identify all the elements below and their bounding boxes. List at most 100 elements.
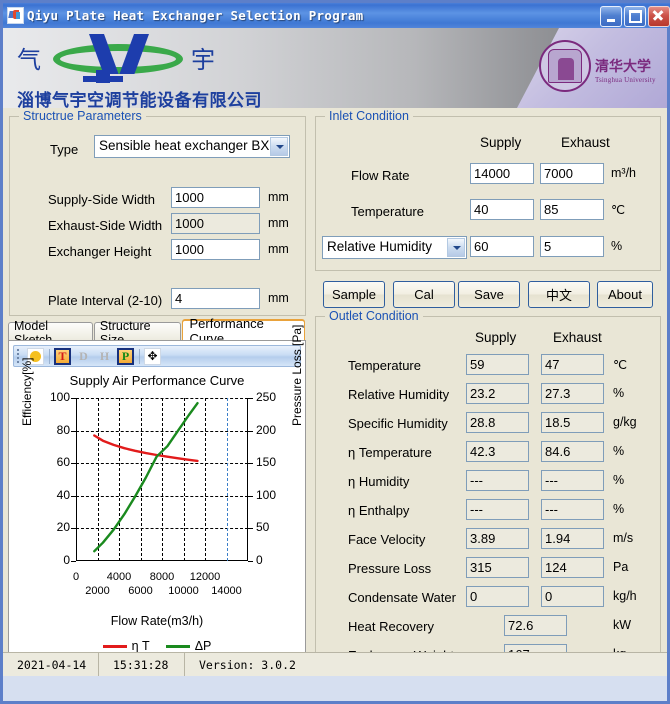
outlet-heat-recovery-value[interactable]: 72.6 [504, 615, 567, 636]
y-tick-right [248, 431, 253, 432]
outlet-relative-humidity-exhaust-value[interactable]: 27.3 [541, 383, 604, 404]
exhaust-side-width-input[interactable]: 1000 [171, 213, 260, 234]
tab-model-sketch[interactable]: Model Sketch [8, 322, 93, 341]
y-tick-label-right: 150 [256, 455, 286, 469]
window-controls [600, 6, 670, 27]
university-seal-icon [539, 40, 591, 92]
outlet-face-velocity-exhaust-value[interactable]: 1.94 [541, 528, 604, 549]
legend-swatch [166, 645, 190, 648]
outlet-eta-enthalpy-supply-value[interactable]: --- [466, 499, 529, 520]
y-tick-label-left: 60 [40, 455, 70, 469]
outlet-temperature-exhaust-value[interactable]: 47 [541, 354, 604, 375]
move-cursor-icon[interactable]: ✥ [144, 348, 161, 365]
close-button[interactable] [648, 6, 670, 27]
type-select[interactable]: Sensible heat exchanger BXB [94, 135, 290, 158]
inlet-humidity-unit: % [611, 239, 622, 253]
flow-rate-marker-line [227, 398, 228, 561]
toggle-temperature-button[interactable]: T [54, 348, 71, 365]
outlet-condition-title: Outlet Condition [325, 309, 423, 323]
application-window: Qiyu Plate Heat Exchanger Selection Prog… [0, 0, 670, 704]
x-tick-label: 4000 [99, 571, 139, 583]
outlet-relative-humidity-supply-value[interactable]: 23.2 [466, 383, 529, 404]
outlet-eta-humidity-exhaust-value[interactable]: --- [541, 470, 604, 491]
inlet-flow-rate-supply-input[interactable]: 14000 [470, 163, 534, 184]
x-tick-label: 14000 [207, 585, 247, 597]
x-tick-label: 0 [56, 571, 96, 583]
x-tick-label: 2000 [78, 585, 118, 597]
inlet-temperature-supply-input[interactable]: 40 [470, 199, 534, 220]
toggle-d-button[interactable]: D [75, 348, 92, 365]
tab-structure-size[interactable]: Structure Size [94, 322, 182, 341]
outlet-eta-humidity-supply-value[interactable]: --- [466, 470, 529, 491]
inlet-flow-rate-exhaust-input[interactable]: 7000 [540, 163, 604, 184]
outlet-condensate-water-label: Condensate Water [348, 590, 456, 605]
legend-label: ΔP [195, 639, 212, 653]
logo-v-base-icon [83, 76, 123, 82]
chinese-button[interactable]: 中文 [528, 281, 590, 308]
x-tick-label: 8000 [142, 571, 182, 583]
plate-interval-input[interactable]: 4 [171, 288, 260, 309]
tab-performance-curve[interactable]: Performance Curve [182, 320, 305, 341]
outlet-pressure-loss-supply-value[interactable]: 315 [466, 557, 529, 578]
inlet-temperature-label: Temperature [351, 204, 424, 219]
about-button[interactable]: About [597, 281, 653, 308]
inlet-temperature-unit: ℃ [611, 202, 625, 217]
tab-page-performance-curve: T D H P ✥ Supply Air Performance Curve E… [8, 340, 306, 671]
y-tick-right [248, 528, 253, 529]
outlet-condensate-water-supply-value[interactable]: 0 [466, 586, 529, 607]
inlet-temperature-exhaust-input[interactable]: 85 [540, 199, 604, 220]
chart-series-line [94, 436, 197, 461]
inlet-condition-title: Inlet Condition [325, 109, 413, 123]
save-button[interactable]: Save [458, 281, 520, 308]
supply-side-width-input[interactable]: 1000 [171, 187, 260, 208]
outlet-eta-humidity-unit: % [613, 473, 624, 487]
y-tick-label-left: 0 [40, 553, 70, 567]
y-tick-label-right: 50 [256, 520, 286, 534]
tab-strip: Model Sketch Structure Size Performance … [8, 320, 306, 341]
cal-button[interactable]: Cal [393, 281, 455, 308]
outlet-condensate-water-exhaust-value[interactable]: 0 [541, 586, 604, 607]
inlet-supply-header: Supply [480, 135, 521, 150]
minimize-button[interactable] [600, 6, 622, 27]
exchanger-height-input[interactable]: 1000 [171, 239, 260, 260]
outlet-eta-temperature-label: η Temperature [348, 445, 432, 460]
inlet-humidity-exhaust-input[interactable]: 5 [540, 236, 604, 257]
outlet-eta-enthalpy-exhaust-value[interactable]: --- [541, 499, 604, 520]
outlet-temperature-unit: ℃ [613, 357, 627, 372]
supply-side-width-label: Supply-Side Width [48, 192, 155, 207]
outlet-heat-recovery-label: Heat Recovery [348, 619, 434, 634]
humidity-type-select[interactable]: Relative Humidity [322, 236, 467, 259]
outlet-eta-humidity-label: η Humidity [348, 474, 409, 489]
y-tick-label-left: 100 [40, 390, 70, 404]
toolbar-separator [49, 349, 50, 364]
inlet-humidity-supply-input[interactable]: 60 [470, 236, 534, 257]
outlet-eta-enthalpy-unit: % [613, 502, 624, 516]
plate-interval-label: Plate Interval (2-10) [48, 293, 162, 308]
outlet-pressure-loss-exhaust-value[interactable]: 124 [541, 557, 604, 578]
outlet-eta-temperature-supply-value[interactable]: 42.3 [466, 441, 529, 462]
outlet-face-velocity-supply-value[interactable]: 3.89 [466, 528, 529, 549]
maximize-button[interactable] [624, 6, 646, 27]
toggle-h-button[interactable]: H [96, 348, 113, 365]
chevron-down-icon[interactable] [447, 238, 465, 257]
outlet-eta-temperature-exhaust-value[interactable]: 84.6 [541, 441, 604, 462]
outlet-pressure-loss-unit: Pa [613, 560, 628, 574]
chart-ylabel-left: Efficiency[%] [20, 358, 34, 426]
sample-button[interactable]: Sample [323, 281, 385, 308]
legend-item-eta-t: η T [103, 639, 150, 653]
outlet-temperature-supply-value[interactable]: 59 [466, 354, 529, 375]
y-tick-left [71, 561, 76, 562]
outlet-specific-humidity-exhaust-value[interactable]: 18.5 [541, 412, 604, 433]
exchanger-height-unit: mm [268, 242, 289, 256]
x-tick-label: 6000 [121, 585, 161, 597]
x-tick-label: 12000 [185, 571, 225, 583]
chevron-down-icon[interactable] [270, 137, 288, 156]
y-tick-label-left: 20 [40, 520, 70, 534]
y-tick-label-right: 250 [256, 390, 286, 404]
toggle-pressure-button[interactable]: P [117, 348, 134, 365]
logo-char-qi: 气 [17, 40, 41, 75]
outlet-specific-humidity-supply-value[interactable]: 28.8 [466, 412, 529, 433]
legend-swatch [103, 645, 127, 648]
legend-label: η T [132, 639, 150, 653]
y-tick-right [248, 398, 253, 399]
